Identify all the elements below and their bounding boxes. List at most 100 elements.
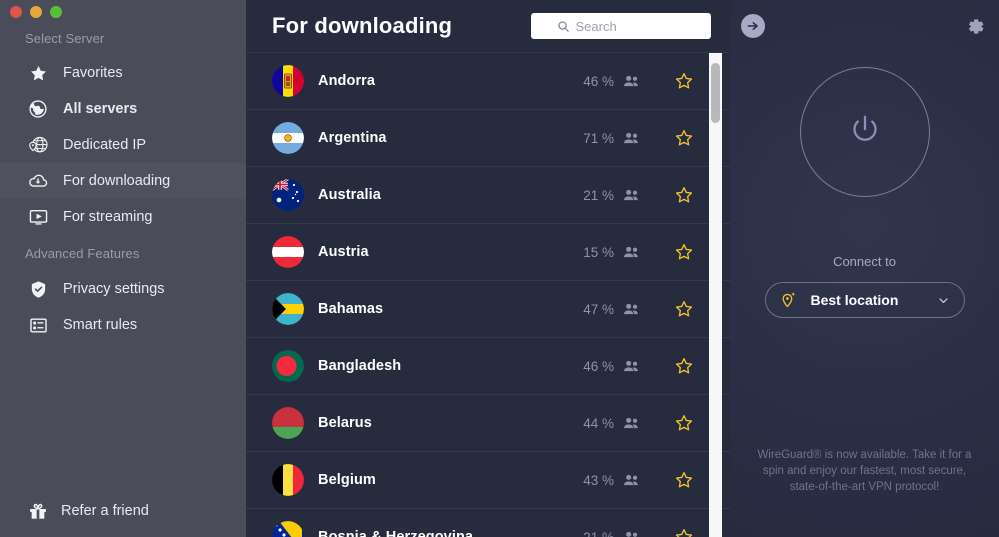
- country-name: Belarus: [318, 415, 372, 431]
- favorite-star-icon[interactable]: [674, 470, 694, 490]
- server-list-scrollbar[interactable]: [709, 53, 722, 537]
- country-name: Andorra: [318, 73, 376, 89]
- country-name: Bosnia & Herzegovina: [318, 529, 474, 537]
- table-row[interactable]: Belarus 44 %: [246, 395, 730, 452]
- refer-a-friend-button[interactable]: Refer a friend: [0, 493, 246, 529]
- sidebar-item-label: Smart rules: [63, 317, 138, 333]
- sidebar-item-label: Privacy settings: [63, 281, 165, 297]
- sidebar-item-for-streaming[interactable]: For streaming: [0, 199, 246, 235]
- best-location-selector[interactable]: Best location: [764, 282, 965, 318]
- power-button[interactable]: [799, 67, 930, 197]
- country-name: Belgium: [318, 472, 376, 488]
- gift-icon: [25, 501, 51, 521]
- server-load: 44 %: [583, 415, 614, 431]
- sidebar: Select Server Favorites All servers Dedi…: [0, 0, 246, 537]
- server-list-panel: For downloading Search Andorra 46 % Arge…: [246, 0, 730, 537]
- server-load: 21 %: [583, 187, 614, 203]
- table-row[interactable]: Andorra 46 %: [246, 53, 730, 110]
- favorite-star-icon[interactable]: [674, 185, 694, 205]
- minimize-window-button[interactable]: [30, 6, 42, 18]
- table-row[interactable]: Bahamas 47 %: [246, 281, 730, 338]
- vpn-app-window: Select Server Favorites All servers Dedi…: [0, 0, 999, 537]
- page-title: For downloading: [272, 13, 453, 38]
- flag-australia-icon: [272, 179, 304, 211]
- sidebar-item-all-servers[interactable]: All servers: [0, 91, 246, 127]
- close-window-button[interactable]: [10, 6, 22, 18]
- scrollbar-thumb[interactable]: [711, 63, 720, 123]
- sidebar-item-favorites[interactable]: Favorites: [0, 55, 246, 91]
- search-input[interactable]: [575, 18, 686, 34]
- sidebar-item-label: For streaming: [63, 209, 153, 225]
- flag-belgium-icon: [272, 464, 304, 496]
- main-header: For downloading: [246, 0, 730, 52]
- sidebar-item-dedicated-ip[interactable]: Dedicated IP: [0, 127, 246, 163]
- table-row[interactable]: Bangladesh 46 %: [246, 338, 730, 395]
- sidebar-item-privacy-settings[interactable]: Privacy settings: [0, 271, 246, 307]
- dedicated-ip-globe-icon: [25, 133, 51, 157]
- server-load: 47 %: [583, 301, 614, 317]
- people-icon: [623, 132, 640, 145]
- people-icon: [623, 360, 640, 373]
- maximize-window-button[interactable]: [50, 6, 62, 18]
- flag-bosnia-icon: [272, 521, 304, 537]
- star-icon: [25, 61, 51, 85]
- favorite-star-icon[interactable]: [674, 527, 694, 537]
- best-location-label: Best location: [810, 292, 899, 308]
- country-name: Australia: [318, 187, 381, 203]
- flag-andorra-icon: [272, 65, 304, 97]
- sidebar-section-select-server: Select Server: [25, 31, 105, 46]
- search-icon: [557, 20, 570, 33]
- sidebar-item-for-downloading[interactable]: For downloading: [0, 163, 246, 199]
- sidebar-item-label: Favorites: [63, 65, 123, 81]
- table-row[interactable]: Belgium 43 %: [246, 452, 730, 509]
- server-load: 71 %: [583, 130, 614, 146]
- server-load: 21 %: [583, 529, 614, 537]
- window-traffic-lights: [10, 6, 62, 18]
- favorite-star-icon[interactable]: [674, 71, 694, 91]
- server-load: 46 %: [583, 73, 614, 89]
- table-row[interactable]: Austria 15 %: [246, 224, 730, 281]
- gear-icon[interactable]: [963, 14, 987, 38]
- people-icon: [623, 189, 640, 202]
- country-name: Bangladesh: [318, 358, 402, 374]
- server-load: 43 %: [583, 472, 614, 488]
- arrow-right-circle-icon[interactable]: [741, 14, 765, 38]
- sidebar-item-smart-rules[interactable]: Smart rules: [0, 307, 246, 343]
- sidebar-item-label: For downloading: [63, 173, 171, 189]
- sidebar-item-label: Dedicated IP: [63, 137, 147, 153]
- flag-bahamas-icon: [272, 293, 304, 325]
- search-box[interactable]: [531, 13, 711, 39]
- power-icon: [847, 112, 883, 153]
- people-icon: [623, 531, 640, 537]
- server-load: 15 %: [583, 244, 614, 260]
- rules-list-icon: [25, 313, 51, 337]
- flag-argentina-icon: [272, 122, 304, 154]
- cloud-download-icon: [25, 169, 51, 193]
- chevron-down-icon[interactable]: [937, 294, 950, 307]
- people-icon: [623, 246, 640, 259]
- shield-check-icon: [25, 277, 51, 301]
- wireguard-promo-text: WireGuard® is now available. Take it for…: [757, 449, 972, 493]
- table-row[interactable]: Bosnia & Herzegovina 21 %: [246, 509, 730, 537]
- people-icon: [623, 474, 640, 487]
- favorite-star-icon[interactable]: [674, 356, 694, 376]
- globe-icon: [25, 97, 51, 121]
- table-row[interactable]: Australia 21 %: [246, 167, 730, 224]
- people-icon: [623, 75, 640, 88]
- connect-to-label: Connect to: [833, 254, 896, 269]
- flag-austria-icon: [272, 236, 304, 268]
- server-load: 46 %: [583, 358, 614, 374]
- flag-bangladesh-icon: [272, 350, 304, 382]
- country-name: Austria: [318, 244, 369, 260]
- favorite-star-icon[interactable]: [674, 299, 694, 319]
- table-row[interactable]: Argentina 71 %: [246, 110, 730, 167]
- favorite-star-icon[interactable]: [674, 413, 694, 433]
- country-name: Argentina: [318, 130, 387, 146]
- server-list: Andorra 46 % Argentina 71 % Australia 21…: [246, 52, 730, 537]
- favorite-star-icon[interactable]: [674, 242, 694, 262]
- flag-belarus-icon: [272, 407, 304, 439]
- people-icon: [623, 417, 640, 430]
- refer-a-friend-label: Refer a friend: [61, 503, 149, 519]
- location-pin-sparkle-icon: [780, 291, 798, 310]
- favorite-star-icon[interactable]: [674, 128, 694, 148]
